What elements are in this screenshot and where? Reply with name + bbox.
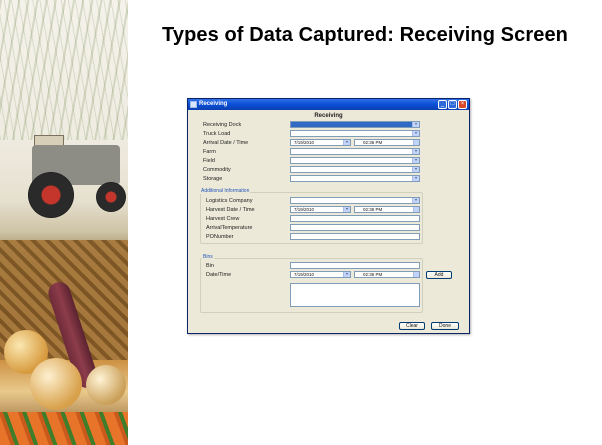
- bin-date-picker[interactable]: 7/19/2010: [290, 271, 351, 278]
- window-title: Receiving: [199, 101, 228, 107]
- bins-title: Bins: [202, 254, 214, 260]
- po-number-label: PONumber: [206, 234, 234, 240]
- po-number-input[interactable]: [290, 233, 420, 240]
- bin-row: Bin: [188, 262, 469, 270]
- chevron-down-icon: [412, 158, 419, 163]
- chevron-down-icon: [412, 176, 419, 181]
- bin-time-picker[interactable]: 02:36 PM: [354, 271, 420, 278]
- slide-title: Types of Data Captured: Receiving Screen: [162, 24, 568, 46]
- farm-row: Farm: [188, 148, 469, 156]
- logistics-label: Logistics Company: [206, 198, 253, 204]
- truck-load-label: Truck Load: [203, 131, 231, 137]
- receiving-window: Receiving _ □ × Receiving Receiving Dock…: [187, 98, 470, 334]
- spinner-icon[interactable]: [413, 207, 419, 212]
- tractor-front-wheel: [96, 182, 126, 212]
- harvest-time-value: 02:36 PM: [363, 207, 383, 212]
- storage-label: Storage: [203, 176, 223, 182]
- app-icon: [190, 101, 197, 108]
- logistics-row: Logistics Company: [188, 197, 469, 205]
- logistics-select[interactable]: [290, 197, 420, 204]
- harvest-date-value: 7/19/2010: [294, 207, 315, 212]
- harvest-date-picker[interactable]: 7/19/2010: [290, 206, 351, 213]
- harvest-row: Harvest Date / Time 7/19/2010 02:36 PM: [188, 206, 469, 214]
- chevron-down-icon: [412, 149, 419, 154]
- harvest-time-picker[interactable]: 02:36 PM: [354, 206, 420, 213]
- field-select[interactable]: [290, 157, 420, 164]
- bin-date-value: 7/19/2010: [294, 272, 315, 277]
- chevron-down-icon: [412, 131, 419, 136]
- po-number-row: PONumber: [188, 233, 469, 241]
- chevron-down-icon: [412, 122, 419, 127]
- commodity-row: Commodity: [188, 166, 469, 174]
- form-heading: Receiving: [314, 113, 343, 119]
- bin-input[interactable]: [290, 262, 420, 269]
- harvest-crew-label: Harvest Crew: [206, 216, 240, 222]
- truck-load-select[interactable]: [290, 130, 420, 137]
- arrival-temp-input[interactable]: [290, 224, 420, 231]
- carrots: [0, 412, 128, 445]
- field-label: Field: [203, 158, 215, 164]
- arrival-date-value: 7/19/2010: [294, 140, 315, 145]
- farm-decorative-image: [0, 0, 128, 445]
- receiving-dock-row: Receiving Dock: [188, 121, 469, 129]
- close-icon[interactable]: ×: [458, 100, 467, 109]
- arrival-date-picker[interactable]: 7/19/2010: [290, 139, 351, 146]
- chevron-down-icon: [343, 140, 350, 145]
- arrival-row: Arrival Date / Time 7/19/2010 02:36 PM: [188, 139, 469, 147]
- clear-button[interactable]: Clear: [399, 322, 425, 330]
- chevron-down-icon: [412, 198, 419, 203]
- chevron-down-icon: [412, 167, 419, 172]
- arrival-temp-row: ArrivalTemperature: [188, 224, 469, 232]
- bin-list[interactable]: [290, 283, 420, 307]
- grass-texture: [0, 0, 128, 140]
- add-bin-button[interactable]: Add: [426, 271, 452, 279]
- truck-load-row: Truck Load: [188, 130, 469, 138]
- spinner-icon[interactable]: [413, 140, 419, 145]
- tractor-rear-wheel: [28, 172, 74, 218]
- harvest-label: Harvest Date / Time: [206, 207, 255, 213]
- commodity-select[interactable]: [290, 166, 420, 173]
- done-button[interactable]: Done: [431, 322, 459, 330]
- minimize-icon[interactable]: _: [438, 100, 447, 109]
- farm-select[interactable]: [290, 148, 420, 155]
- chevron-down-icon: [343, 272, 350, 277]
- chevron-down-icon: [343, 207, 350, 212]
- onion: [86, 365, 126, 405]
- spinner-icon[interactable]: [413, 272, 419, 277]
- arrival-time-picker[interactable]: 02:36 PM: [354, 139, 420, 146]
- additional-info-title: Additional Information: [200, 188, 251, 194]
- window-titlebar[interactable]: Receiving _ □ ×: [188, 99, 469, 110]
- slide: Types of Data Captured: Receiving Screen…: [0, 0, 602, 445]
- bin-time-value: 02:36 PM: [363, 272, 383, 277]
- onion: [30, 358, 82, 410]
- maximize-icon[interactable]: □: [448, 100, 457, 109]
- arrival-label: Arrival Date / Time: [203, 140, 249, 146]
- storage-row: Storage: [188, 175, 469, 183]
- harvest-crew-row: Harvest Crew: [188, 215, 469, 223]
- field-row: Field: [188, 157, 469, 165]
- arrival-temp-label: ArrivalTemperature: [206, 225, 253, 231]
- farm-label: Farm: [203, 149, 216, 155]
- receiving-dock-label: Receiving Dock: [203, 122, 242, 128]
- bin-label: Bin: [206, 263, 214, 269]
- storage-select[interactable]: [290, 175, 420, 182]
- arrival-time-value: 02:36 PM: [363, 140, 383, 145]
- commodity-label: Commodity: [203, 167, 231, 173]
- bin-datetime-label: Date/Time: [206, 272, 232, 278]
- receiving-dock-select[interactable]: [290, 121, 420, 128]
- harvest-crew-input[interactable]: [290, 215, 420, 222]
